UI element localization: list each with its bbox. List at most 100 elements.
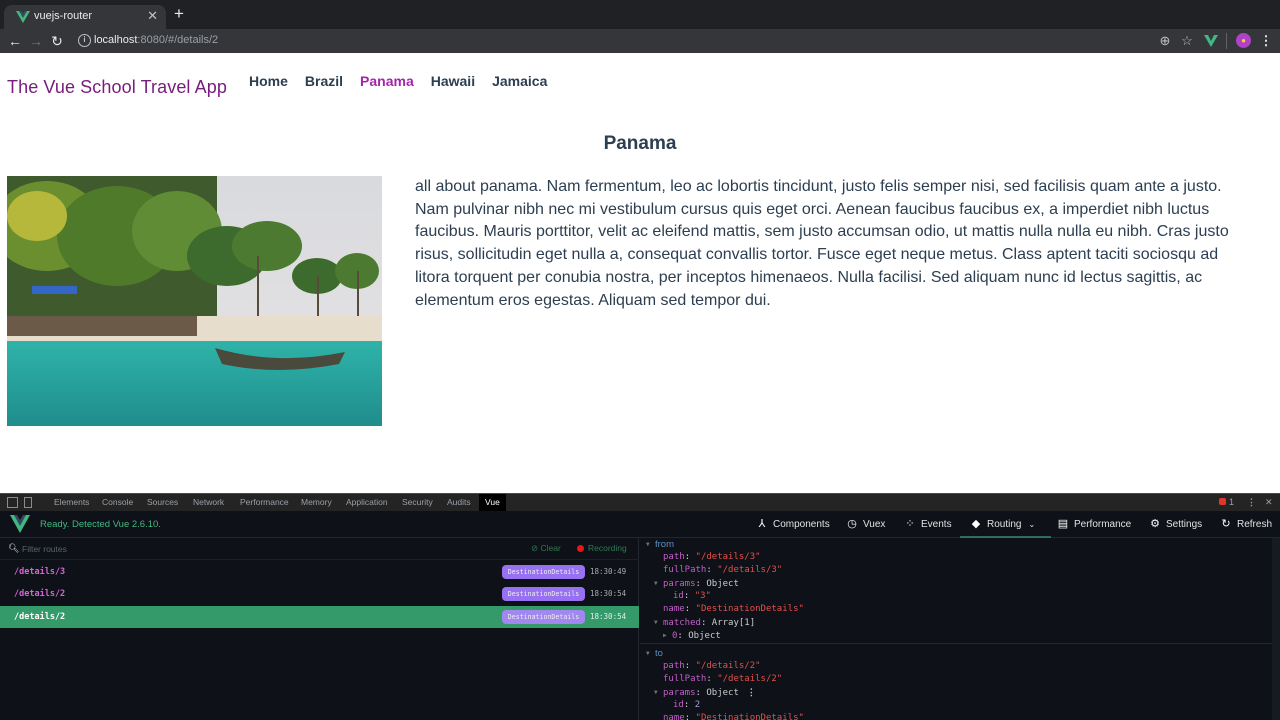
- devtools-tab-sources[interactable]: Sources: [141, 494, 184, 511]
- error-count[interactable]: 1: [1219, 494, 1234, 511]
- vue-tab-events-label: Events: [921, 519, 952, 530]
- devtools-tab-console[interactable]: Console: [96, 494, 139, 511]
- to-params-id: id: 2: [673, 700, 701, 710]
- route-timestamp: 18:30:49: [590, 567, 627, 576]
- vue-tab-events[interactable]: ⁘ Events: [904, 511, 952, 538]
- nav-link-jamaica[interactable]: Jamaica: [492, 73, 547, 89]
- arrow-right-icon[interactable]: →: [27, 32, 45, 50]
- from-params-id: id: "3": [673, 591, 711, 601]
- routing-icon: ◆: [971, 518, 981, 530]
- route-inspector-pane: ▼ from path: "/details/3" fullPath: "/det…: [640, 538, 1280, 720]
- error-icon: [1219, 498, 1226, 505]
- vue-tab-vuex[interactable]: ◷ Vuex: [846, 511, 885, 538]
- route-history-row[interactable]: /details/2 DestinationDetails 18:30:54: [0, 583, 639, 605]
- from-matched-0[interactable]: ▶ 0: Object: [663, 629, 721, 642]
- expand-arrow-icon[interactable]: ▼: [646, 647, 655, 660]
- expand-arrow-icon[interactable]: ▼: [654, 686, 663, 699]
- key: name: [663, 604, 685, 614]
- recording-toggle[interactable]: Recording: [577, 543, 627, 553]
- to-label: to: [655, 648, 663, 659]
- from-name: name: "DestinationDetails": [663, 604, 804, 614]
- devtools-tab-memory[interactable]: Memory: [295, 494, 338, 511]
- address-bar[interactable]: i localhost:8080/#/details/2: [74, 30, 1134, 52]
- expand-arrow-icon[interactable]: ▼: [654, 616, 663, 629]
- to-fullpath: fullPath: "/details/2": [663, 674, 783, 684]
- nav-link-home[interactable]: Home: [249, 73, 288, 89]
- history-icon: ◷: [847, 518, 857, 530]
- section-divider: [640, 643, 1272, 644]
- devtools-tab-network[interactable]: Network: [187, 494, 230, 511]
- reload-icon[interactable]: ↻: [48, 32, 66, 50]
- from-params[interactable]: ▼ params: Object: [654, 577, 739, 590]
- devtools-tab-security[interactable]: Security: [396, 494, 439, 511]
- performance-icon: ▤: [1057, 518, 1069, 530]
- route-history-row[interactable]: /details/3 DestinationDetails 18:30:49: [0, 561, 639, 583]
- app-brand[interactable]: The Vue School Travel App: [7, 77, 227, 98]
- devtools-tab-audits[interactable]: Audits: [441, 494, 477, 511]
- vue-extension-icon[interactable]: [1204, 35, 1218, 47]
- destination-description: all about panama. Nam fermentum, leo ac …: [415, 178, 1229, 309]
- route-history-row-selected[interactable]: /details/2 DestinationDetails 18:30:54: [0, 606, 639, 628]
- clear-icon: ⊘: [531, 543, 539, 553]
- to-section[interactable]: ▼ to: [646, 647, 663, 660]
- vue-tab-performance[interactable]: ▤ Performance: [1057, 511, 1131, 538]
- clear-history-button[interactable]: ⊘ Clear: [531, 543, 561, 554]
- value: "DestinationDetails": [695, 604, 804, 614]
- key: name: [663, 713, 685, 720]
- devtools-tab-performance[interactable]: Performance: [234, 494, 295, 511]
- new-tab-icon[interactable]: +: [174, 5, 184, 22]
- devtools-tab-vue[interactable]: Vue: [479, 494, 506, 511]
- vue-tab-settings[interactable]: ⚙ Settings: [1149, 511, 1202, 538]
- from-label: from: [655, 539, 674, 550]
- route-history-pane: 🔍︎ ⊘ Clear Recording /details/3 Destinat…: [0, 538, 639, 720]
- vue-tab-components[interactable]: ⅄ Components: [756, 511, 830, 538]
- vue-devtools-header: Ready. Detected Vue 2.6.10. ⅄ Components …: [0, 511, 1280, 538]
- info-icon[interactable]: i: [78, 34, 91, 47]
- value: "/details/3": [695, 552, 761, 562]
- key: params: [663, 688, 696, 698]
- from-matched[interactable]: ▼ matched: Array[1]: [654, 616, 755, 629]
- nav-link-panama[interactable]: Panama: [360, 73, 414, 89]
- expand-arrow-icon[interactable]: ▼: [646, 538, 655, 551]
- vue-tab-routing[interactable]: ◆ Routing ⌄: [959, 511, 1052, 538]
- zoom-icon[interactable]: ⊕: [1156, 32, 1174, 50]
- vue-tab-routing-label: Routing: [987, 519, 1022, 530]
- nav-link-hawaii[interactable]: Hawaii: [431, 73, 475, 89]
- collapsed-arrow-icon[interactable]: ▶: [663, 629, 672, 642]
- devtools-tab-elements[interactable]: Elements: [48, 494, 95, 511]
- browser-tab[interactable]: vuejs-router ✕: [4, 5, 166, 29]
- close-tab-icon[interactable]: ✕: [147, 8, 158, 24]
- expand-arrow-icon[interactable]: ▼: [654, 577, 663, 590]
- vue-refresh-button[interactable]: ↻ Refresh: [1220, 511, 1272, 538]
- to-params[interactable]: ▼ params: Object ⋮: [654, 686, 756, 699]
- arrow-left-icon[interactable]: ←: [6, 32, 24, 50]
- from-section[interactable]: ▼ from: [646, 538, 674, 551]
- inspect-element-icon[interactable]: [7, 497, 18, 508]
- from-path: path: "/details/3": [663, 552, 761, 562]
- kebab-menu-icon[interactable]: ⋮: [1257, 32, 1275, 50]
- key: fullPath: [663, 674, 707, 684]
- value: "DestinationDetails": [695, 713, 804, 720]
- more-actions-icon[interactable]: ⋮: [747, 688, 756, 698]
- devtools-panel: Elements Console Sources Network Perform…: [0, 493, 1280, 720]
- value: "/details/2": [695, 661, 761, 671]
- key: matched: [663, 618, 701, 628]
- value: 2: [694, 700, 701, 710]
- value: "/details/3": [717, 565, 783, 575]
- route-name-badge: DestinationDetails: [502, 610, 585, 624]
- address-url[interactable]: localhost:8080/#/details/2: [94, 34, 218, 46]
- from-fullpath: fullPath: "/details/3": [663, 565, 783, 575]
- devtools-menu-icon[interactable]: ⋮: [1247, 494, 1256, 511]
- close-devtools-icon[interactable]: ✕: [1265, 494, 1273, 511]
- filter-routes-input[interactable]: [22, 541, 322, 557]
- devtools-tab-application[interactable]: Application: [340, 494, 394, 511]
- value: Object: [688, 631, 721, 641]
- avatar-icon[interactable]: ●: [1236, 33, 1251, 48]
- star-icon[interactable]: ☆: [1178, 32, 1196, 50]
- to-path: path: "/details/2": [663, 661, 761, 671]
- nav-link-brazil[interactable]: Brazil: [305, 73, 343, 89]
- inspector-scrollbar[interactable]: [1272, 538, 1280, 720]
- device-toolbar-icon[interactable]: [24, 497, 32, 508]
- key: path: [663, 661, 685, 671]
- recording-dot-icon: [577, 544, 584, 552]
